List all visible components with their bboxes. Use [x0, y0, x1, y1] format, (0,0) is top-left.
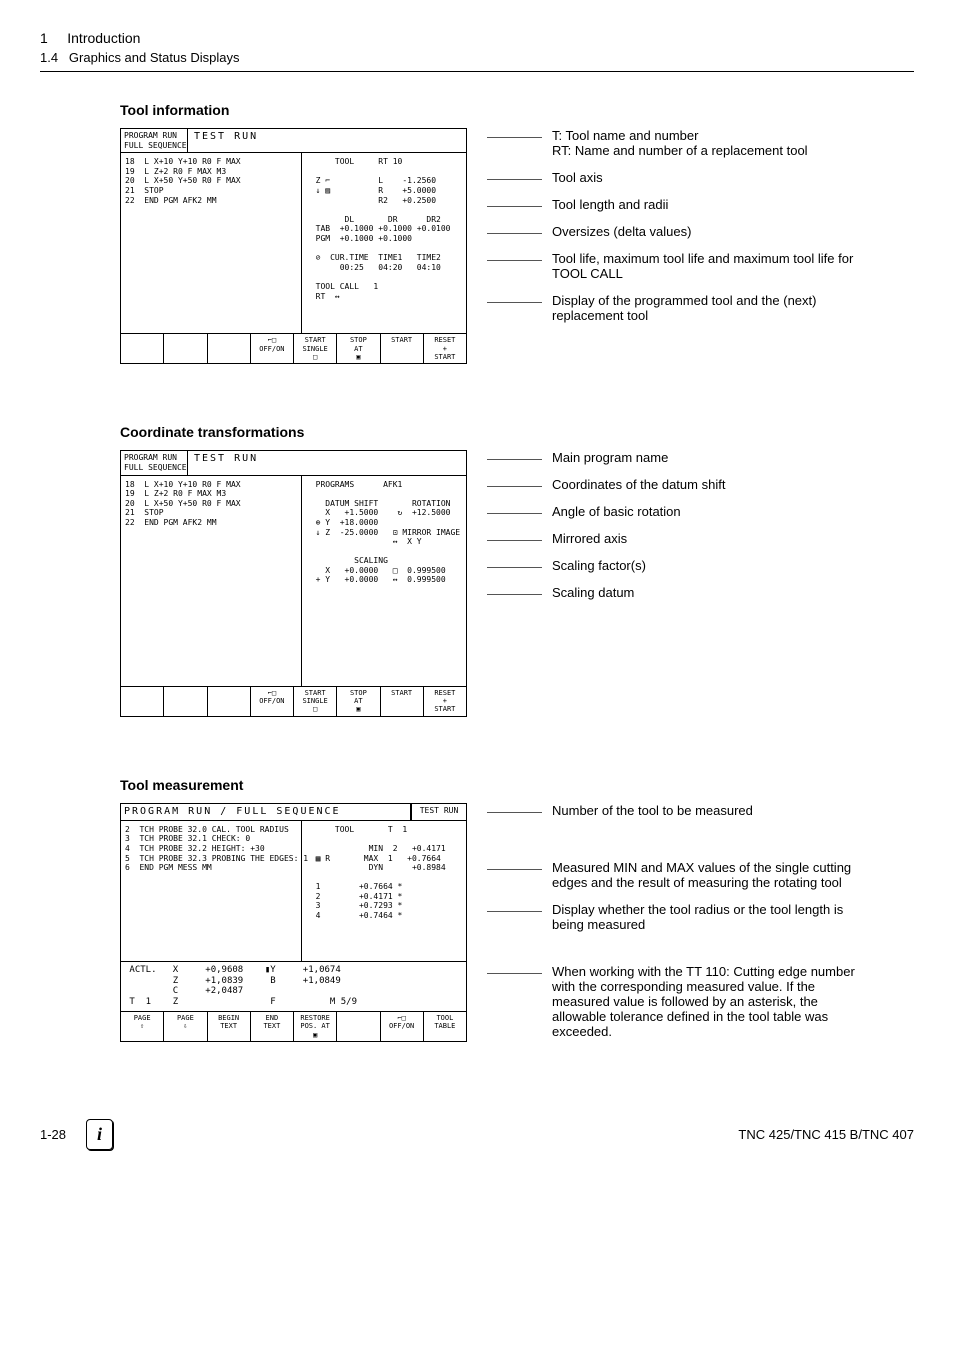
annotation: T: Tool name and number RT: Name and num…: [487, 128, 867, 158]
screenshot-coord-transform: PROGRAM RUN FULL SEQUENCE TEST RUN 18 L …: [120, 450, 467, 716]
softkey[interactable]: [121, 687, 164, 716]
section2-title: Coordinate transformations: [120, 424, 914, 440]
annotation: Mirrored axis: [487, 531, 725, 546]
softkey[interactable]: [337, 1012, 380, 1041]
scr1-softkeys: ⌐□ OFF/ON START SINGLE □ STOP AT ▣ START…: [121, 333, 466, 363]
annotation: Oversizes (delta values): [487, 224, 867, 239]
model-label: TNC 425/TNC 415 B/TNC 407: [738, 1127, 914, 1142]
softkey-page-up[interactable]: PAGE ⇧: [121, 1012, 164, 1041]
softkey[interactable]: START SINGLE □: [294, 334, 337, 363]
softkey[interactable]: STOP AT ▣: [337, 687, 380, 716]
chapter-title: Introduction: [67, 30, 140, 46]
annotation: Display of the programmed tool and the (…: [487, 293, 867, 323]
section2-annotations: Main program name Coordinates of the dat…: [487, 450, 725, 612]
softkey-end-text[interactable]: END TEXT: [251, 1012, 294, 1041]
scr1-mode-label: PROGRAM RUN FULL SEQUENCE: [121, 129, 188, 152]
softkey[interactable]: ⌐□ OFF/ON: [251, 687, 294, 716]
scr1-program-listing: 18 L X+10 Y+10 R0 F MAX 19 L Z+2 R0 F MA…: [121, 153, 302, 333]
scr2-mode-label: PROGRAM RUN FULL SEQUENCE: [121, 451, 188, 474]
info-icon: i: [86, 1119, 113, 1150]
softkey[interactable]: START: [381, 334, 424, 363]
annotation: Tool life, maximum tool life and maximum…: [487, 251, 867, 281]
softkey-begin-text[interactable]: BEGIN TEXT: [208, 1012, 251, 1041]
annotation: Number of the tool to be measured: [487, 803, 867, 818]
softkey[interactable]: START: [381, 687, 424, 716]
scr3-status-panel: TOOL T 1 MIN 2 +0.4171 ▦ R MAX 1 +0.7664…: [302, 821, 466, 961]
annotation: Coordinates of the datum shift: [487, 477, 725, 492]
annotation: Display whether the tool radius or the t…: [487, 902, 867, 932]
softkey[interactable]: [164, 687, 207, 716]
section-number: 1.4: [40, 50, 58, 65]
annotation: Tool axis: [487, 170, 867, 185]
softkey[interactable]: [208, 687, 251, 716]
page-number: 1-28: [40, 1127, 66, 1142]
annotation: Tool length and radii: [487, 197, 867, 212]
softkey[interactable]: RESET + START: [424, 334, 466, 363]
softkey[interactable]: [208, 334, 251, 363]
page-header-sub: 1.4 Graphics and Status Displays: [40, 50, 914, 72]
scr3-mode-label: TEST RUN: [411, 804, 466, 820]
softkey[interactable]: [164, 334, 207, 363]
section3-annotations: Number of the tool to be measured Measur…: [487, 803, 867, 1051]
scr1-status-panel: TOOL RT 10 Z ⌐ L -1.2560 ↓ ▨ R +5.0000 R…: [302, 153, 466, 333]
softkey-tool-table[interactable]: TOOL TABLE: [424, 1012, 466, 1041]
scr3-softkeys: PAGE ⇧ PAGE ⇩ BEGIN TEXT END TEXT RESTOR…: [121, 1011, 466, 1041]
screenshot-tool-info: PROGRAM RUN FULL SEQUENCE TEST RUN 18 L …: [120, 128, 467, 364]
scr2-program-listing: 18 L X+10 Y+10 R0 F MAX 19 L Z+2 R0 F MA…: [121, 476, 302, 686]
softkey-page-down[interactable]: PAGE ⇩: [164, 1012, 207, 1041]
chapter-number: 1: [40, 30, 48, 46]
annotation: Scaling datum: [487, 585, 725, 600]
screenshot-tool-measurement: PROGRAM RUN / FULL SEQUENCE TEST RUN 2 T…: [120, 803, 467, 1042]
annotation: When working with the TT 110: Cutting ed…: [487, 964, 867, 1039]
annotation: Angle of basic rotation: [487, 504, 725, 519]
softkey[interactable]: STOP AT ▣: [337, 334, 380, 363]
softkey-restore-pos[interactable]: RESTORE POS. AT ▣: [294, 1012, 337, 1041]
softkey[interactable]: RESET + START: [424, 687, 466, 716]
scr2-status-panel: PROGRAMS AFK1 DATUM SHIFT ROTATION X +1.…: [302, 476, 466, 686]
scr1-title: TEST RUN: [188, 129, 264, 152]
section3-figure: PROGRAM RUN / FULL SEQUENCE TEST RUN 2 T…: [120, 803, 914, 1051]
scr3-position-display: ACTL. X +0,9608 ▮Y +1,0674 Z +1,0839 B +…: [121, 961, 466, 1011]
scr3-program-listing: 2 TCH PROBE 32.0 CAL. TOOL RADIUS 3 TCH …: [121, 821, 302, 961]
softkey[interactable]: [121, 334, 164, 363]
section1-title: Tool information: [120, 102, 914, 118]
annotation: Main program name: [487, 450, 725, 465]
scr3-title: PROGRAM RUN / FULL SEQUENCE: [121, 804, 411, 820]
scr2-softkeys: ⌐□ OFF/ON START SINGLE □ STOP AT ▣ START…: [121, 686, 466, 716]
softkey[interactable]: START SINGLE □: [294, 687, 337, 716]
page-header-top: 1 Introduction: [40, 30, 914, 50]
annotation: Measured MIN and MAX values of the singl…: [487, 860, 867, 890]
softkey-off-on[interactable]: ⌐□ OFF/ON: [381, 1012, 424, 1041]
section2-figure: PROGRAM RUN FULL SEQUENCE TEST RUN 18 L …: [120, 450, 914, 716]
scr2-title: TEST RUN: [188, 451, 264, 474]
softkey[interactable]: ⌐□ OFF/ON: [251, 334, 294, 363]
section3-title: Tool measurement: [120, 777, 914, 793]
section1-figure: PROGRAM RUN FULL SEQUENCE TEST RUN 18 L …: [120, 128, 914, 364]
annotation: Scaling factor(s): [487, 558, 725, 573]
page-footer: 1-28 i TNC 425/TNC 415 B/TNC 407: [40, 1111, 914, 1150]
section1-annotations: T: Tool name and number RT: Name and num…: [487, 128, 867, 335]
section-title: Graphics and Status Displays: [69, 50, 240, 65]
